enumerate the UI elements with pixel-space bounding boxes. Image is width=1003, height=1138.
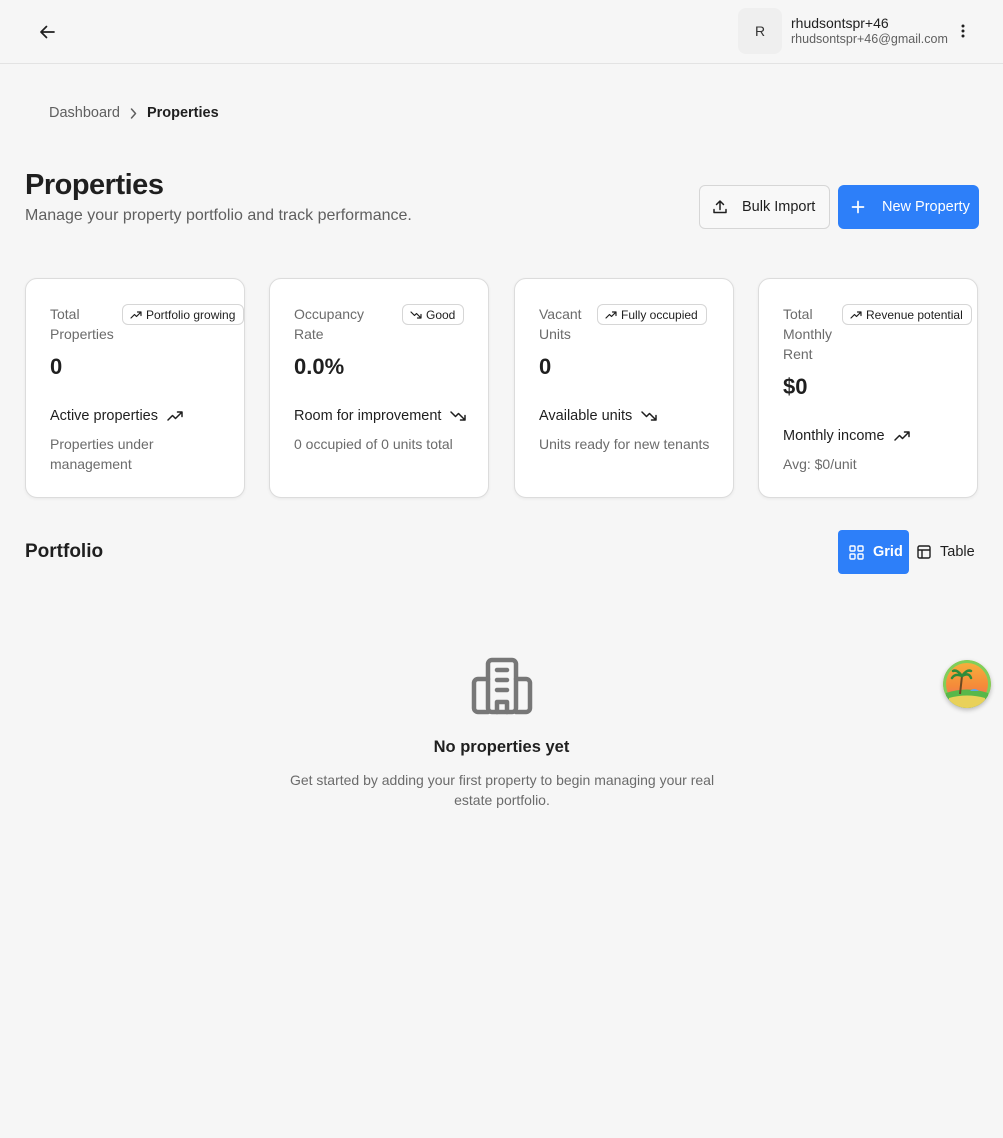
- stat-footer: Room for improvement: [294, 408, 467, 424]
- bulk-import-label: Bulk Import: [742, 199, 816, 215]
- table-icon: [917, 545, 931, 559]
- stat-card-total-properties: Total Properties Portfolio growing 0 Act…: [25, 278, 245, 498]
- view-toggle: Grid Table: [838, 530, 981, 574]
- chevron-right-icon: [130, 107, 137, 119]
- trending-down-icon: [410, 310, 422, 319]
- bulk-import-button[interactable]: Bulk Import: [699, 185, 830, 229]
- stat-value: 0: [539, 354, 552, 379]
- stat-footer: Active properties: [50, 408, 183, 424]
- trending-up-icon: [605, 310, 617, 319]
- stat-description: Avg: $0/unit: [783, 454, 857, 474]
- trending-up-icon: [893, 431, 910, 441]
- stat-footer-label: Room for improvement: [294, 408, 442, 424]
- breadcrumb: Dashboard Properties: [49, 105, 219, 121]
- more-vertical-icon[interactable]: [952, 18, 974, 44]
- stat-footer-label: Active properties: [50, 408, 158, 424]
- grid-view-button[interactable]: Grid: [838, 530, 909, 574]
- table-view-label: Table: [940, 544, 975, 560]
- stat-description-line: management: [50, 456, 132, 472]
- stat-description-line: Units ready for new tenants: [539, 436, 710, 452]
- user-info: rhudsontspr+46 rhudsontspr+46@gmail.com: [791, 15, 948, 48]
- stat-description: Units ready for new tenants: [539, 434, 709, 454]
- stat-footer: Available units: [539, 408, 657, 424]
- stat-label: Vacant Units: [539, 304, 582, 344]
- trending-down-icon: [450, 411, 467, 421]
- badge-label: Revenue potential: [866, 307, 963, 322]
- trending-up-icon: [167, 411, 183, 421]
- stat-value: 0.0%: [294, 354, 345, 379]
- stat-label-line: Units: [539, 326, 571, 342]
- upload-icon: [712, 199, 728, 215]
- building-icon: [471, 657, 533, 715]
- page-subtitle: Manage your property portfolio and track…: [25, 207, 412, 224]
- stat-description-line: Avg: $0/unit: [783, 456, 857, 472]
- user-name: rhudsontspr+46: [791, 14, 889, 31]
- breadcrumb-current: Properties: [146, 105, 219, 121]
- user-email: rhudsontspr+46@gmail.com: [791, 32, 948, 47]
- empty-state-line: Get started by adding your first propert…: [289, 772, 715, 788]
- grid-icon: [849, 544, 864, 560]
- top-bar: R rhudsontspr+46 rhudsontspr+46@gmail.co…: [0, 0, 1003, 64]
- back-arrow-icon[interactable]: [34, 18, 60, 46]
- stat-label-line: Rent: [783, 346, 813, 362]
- badge-label: Good: [426, 307, 456, 322]
- status-badge: Fully occupied: [597, 304, 707, 325]
- status-badge: Portfolio growing: [122, 304, 245, 325]
- stat-label-line: Properties: [50, 326, 114, 342]
- stat-value: 0: [50, 354, 63, 379]
- stat-footer-label: Monthly income: [783, 428, 885, 444]
- stat-value: $0: [783, 374, 808, 399]
- new-property-button[interactable]: New Property: [838, 185, 979, 229]
- page-title: Properties: [25, 169, 164, 201]
- stat-label-line: Monthly: [783, 326, 833, 342]
- breadcrumb-dashboard[interactable]: Dashboard: [49, 105, 120, 121]
- portfolio-title: Portfolio: [25, 541, 104, 562]
- assistant-avatar-button[interactable]: [943, 660, 991, 708]
- stat-card-total-monthly-rent: Total Monthly Rent Revenue potential $0 …: [758, 278, 978, 498]
- avatar[interactable]: R: [738, 8, 782, 54]
- grid-view-label: Grid: [873, 544, 903, 560]
- trending-down-icon: [641, 411, 657, 421]
- stat-label-line: Rate: [294, 326, 324, 342]
- badge-label: Fully occupied: [621, 307, 698, 322]
- stat-footer-label: Available units: [539, 408, 633, 424]
- badge-label: Portfolio growing: [146, 307, 236, 322]
- stat-card-occupancy-rate: Occupancy Rate Good 0.0% Room for improv…: [269, 278, 489, 498]
- new-property-label: New Property: [882, 199, 970, 215]
- stat-description: Properties under management: [50, 434, 154, 474]
- stat-label-line: Total: [50, 306, 80, 322]
- status-badge: Revenue potential: [842, 304, 972, 325]
- empty-state-line: estate portfolio.: [454, 792, 550, 808]
- trending-up-icon: [850, 310, 862, 319]
- empty-state-description: Get started by adding your first propert…: [286, 770, 718, 810]
- user-menu[interactable]: R rhudsontspr+46 rhudsontspr+46@gmail.co…: [738, 8, 948, 54]
- trending-up-icon: [130, 310, 142, 319]
- stat-footer: Monthly income: [783, 428, 910, 444]
- stat-label: Total Properties: [50, 304, 114, 344]
- stat-label: Total Monthly Rent: [783, 304, 832, 364]
- stat-description-line: Properties under: [50, 436, 154, 452]
- stat-label-line: Vacant: [539, 306, 582, 322]
- stat-description-line: 0 occupied of 0 units total: [294, 436, 453, 452]
- stat-label-line: Total: [783, 306, 813, 322]
- stat-label-line: Occupancy: [294, 306, 365, 322]
- plus-icon: [851, 200, 865, 214]
- empty-state-title: No properties yet: [433, 738, 570, 756]
- stat-card-vacant-units: Vacant Units Fully occupied 0 Available …: [514, 278, 734, 498]
- table-view-button[interactable]: Table: [909, 530, 981, 574]
- stat-description: 0 occupied of 0 units total: [294, 434, 453, 454]
- beach-avatar-icon: [943, 660, 991, 708]
- stat-label: Occupancy Rate: [294, 304, 364, 344]
- status-badge: Good: [402, 304, 465, 325]
